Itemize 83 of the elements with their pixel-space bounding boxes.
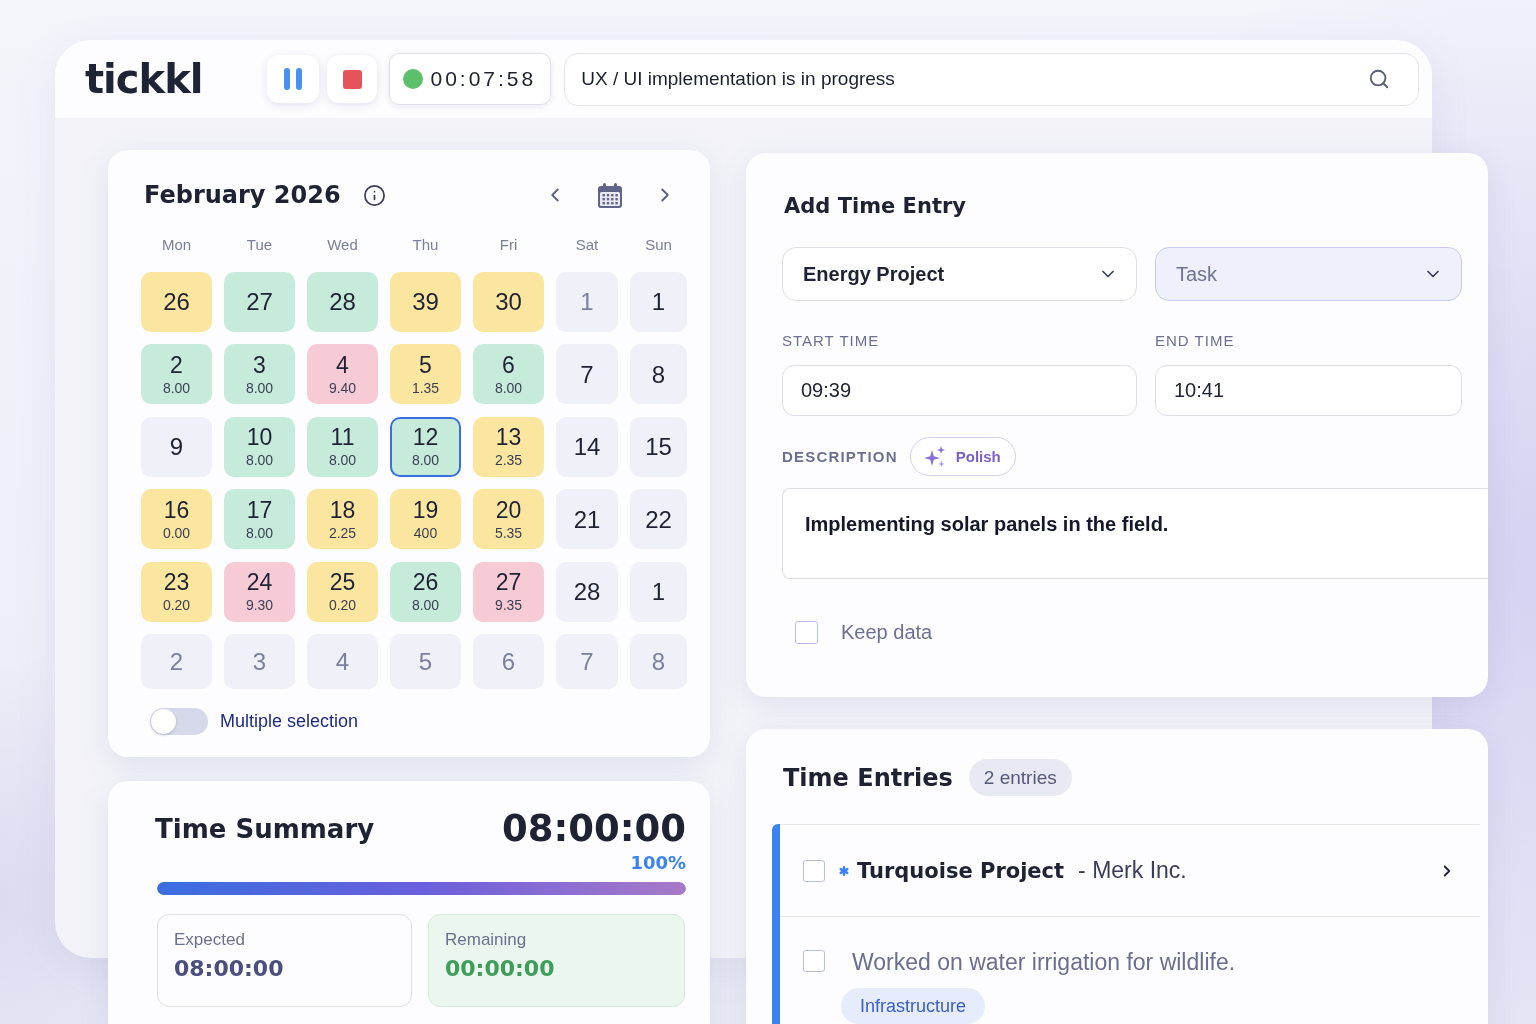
day-cell[interactable]: 23 0.20 [141,561,212,622]
weekday-label: Mon [160,236,193,254]
toggle-switch[interactable] [150,707,208,735]
day-cell[interactable]: 13 2.35 [473,416,544,477]
day-cell[interactable]: 27 9.35 [473,561,544,622]
search-field[interactable]: UX / UI implementation is in progress [564,52,1419,106]
tag: Infrastructure [841,988,986,1024]
day-cell[interactable]: 12 8.00 [390,416,461,477]
end-time-field[interactable]: 10:41 [1155,365,1462,416]
toggle-label: Multiple selection [220,710,359,732]
project-select[interactable]: Energy Project [782,247,1137,301]
pause-button[interactable] [267,55,320,103]
description-field[interactable]: Implementing solar panels in the field. [782,488,1488,579]
stop-button[interactable] [327,55,378,103]
field-label: START TIME [782,332,881,350]
weekday-label: Sat [574,236,600,254]
day-cell[interactable]: 5 1.35 [390,344,461,405]
checkbox[interactable] [803,859,825,882]
total-time: 08:00:00 [501,807,686,851]
day-cell[interactable]: 26 8.00 [390,561,461,622]
weekday-label: Sun [644,236,673,254]
calendar-icon[interactable] [598,182,622,208]
stop-icon [342,69,362,89]
day-cell[interactable]: 16 0.00 [141,489,212,550]
task-select[interactable]: Task [1155,247,1462,301]
search-icon[interactable] [1368,68,1390,90]
field-label: DESCRIPTION [782,448,898,465]
weekday-label: Tue [245,236,274,254]
month-title: February 2026 [144,180,341,211]
start-time-field[interactable]: 09:39 [782,365,1137,416]
info-icon[interactable] [362,183,386,207]
percent-text: 100% [630,852,686,873]
asterisk-icon [839,865,849,876]
day-cell[interactable]: 14 [556,416,618,477]
stat-label: Remaining [445,930,528,950]
day-cell[interactable]: 4 9.40 [307,344,378,405]
day-cell[interactable]: 8 [630,344,687,405]
summary-title: Time Summary [155,814,375,844]
day-cell[interactable]: 19 400 [390,489,461,550]
day-cell[interactable]: 3 8.00 [224,344,295,405]
day-cell[interactable]: 6 8.00 [473,344,544,405]
pause-icon [284,68,303,90]
weekday-label: Thu [411,236,440,254]
stat-value: 08:00:00 [174,956,285,981]
sparkle-icon [923,445,946,468]
day-cell[interactable]: 24 9.30 [224,561,295,622]
day-cell[interactable]: 21 [556,489,618,550]
count-badge: 2 entries [968,759,1072,796]
day-cell[interactable]: 2 8.00 [141,344,212,405]
day-cell[interactable]: 18 2.25 [307,489,378,550]
day-cell[interactable]: 26 [141,272,212,332]
stat-label: Expected [174,930,246,950]
day-cell[interactable]: 20 5.35 [473,489,544,550]
day-cell[interactable]: 15 [630,416,687,477]
day-cell[interactable]: 28 [556,561,618,622]
card-title: Time Entries [783,763,953,792]
logo: tickkl [85,59,203,99]
card-title: Add Time Entry [784,193,967,220]
day-cell[interactable]: 22 [630,489,687,550]
stat-value: 00:00:00 [445,956,556,981]
entry-description: Worked on water irrigation for wildlife. [852,949,1236,975]
client-name: - Merk Inc. [1078,857,1187,884]
day-cell[interactable]: 27 [224,272,295,332]
day-cell[interactable]: 28 [307,272,378,332]
day-cell[interactable]: 11 8.00 [307,416,378,477]
day-cell[interactable]: 30 [473,272,544,332]
field-label: END TIME [1155,332,1236,350]
day-cell[interactable]: 9 [141,416,212,477]
day-cell[interactable]: 10 8.00 [224,416,295,477]
weekday-label: Fri [498,236,519,254]
day-cell[interactable]: 17 8.00 [224,489,295,550]
weekday-label: Wed [326,236,359,254]
day-cell[interactable]: 7 [556,344,618,405]
checkbox[interactable] [803,950,825,972]
polish-button[interactable]: Polish [909,437,1016,476]
checkbox[interactable] [795,621,818,644]
day-cell[interactable]: 25 0.20 [307,561,378,622]
project-name: Turquoise Project [857,858,1065,883]
day-cell[interactable]: 1 [630,272,687,332]
checkbox-label: Keep data [841,621,933,644]
day-cell[interactable]: 1 [630,561,687,622]
timer-text: 00:07:58 [430,67,537,91]
day-cell[interactable]: 39 [390,272,461,332]
